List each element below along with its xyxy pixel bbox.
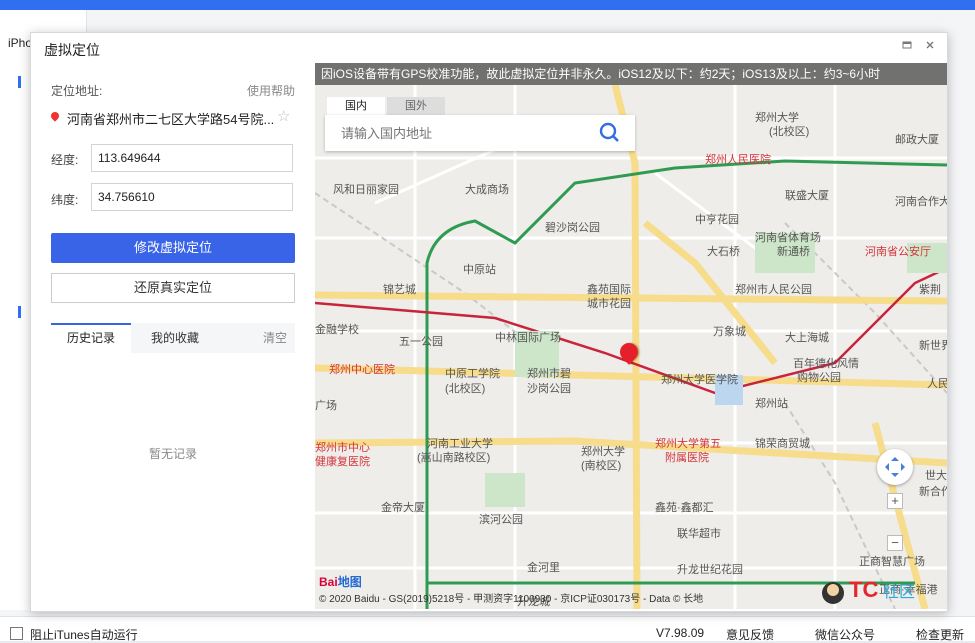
tc-watermark: TC 社区 — [821, 575, 947, 609]
baidu-logo: Bai地图 — [319, 573, 362, 590]
help-link[interactable]: 使用帮助 — [247, 82, 295, 99]
place-jinrong[interactable]: 锦荣商贸城 — [755, 435, 810, 451]
place-zzu-north[interactable]: (北校区) — [769, 123, 809, 139]
place-zhongyuan[interactable]: 中原站 — [463, 261, 496, 277]
window-min-icon[interactable] — [899, 39, 915, 55]
latitude-input[interactable] — [91, 183, 293, 211]
place-zhengshang[interactable]: 正商智慧广场 — [859, 553, 925, 569]
address-text: 河南省郑州市二七区大学路54号院... — [67, 112, 275, 127]
place-bisha-1[interactable]: 郑州市碧 — [527, 365, 571, 381]
sidebar-marker — [18, 76, 21, 88]
place-jindi[interactable]: 金帝大厦 — [381, 499, 425, 515]
place-zut-north[interactable]: (北校区) — [445, 380, 485, 396]
place-xinduhui[interactable]: 鑫苑·鑫都汇 — [655, 499, 714, 515]
modify-location-button[interactable]: 修改虚拟定位 — [51, 233, 295, 263]
map-region-tabs: 国内 国外 — [327, 97, 447, 115]
place-people-park[interactable]: 郑州市人民公园 — [735, 281, 812, 297]
gps-notice: 因iOS设备带有GPS校准功能，故此虚拟定位并非永久。iOS12及以下：约2天；… — [315, 63, 947, 85]
itunes-checkbox-label: 阻止iTunes自动运行 — [30, 628, 138, 642]
place-wanxiang[interactable]: 万象城 — [713, 323, 746, 339]
place-haut-2[interactable]: (嵩山南路校区) — [417, 449, 490, 465]
place-fifth-2[interactable]: 附属医院 — [665, 449, 709, 465]
close-icon[interactable] — [922, 39, 938, 55]
place-shenglong[interactable]: 升龙世纪花园 — [677, 561, 743, 577]
app-top-bar — [0, 0, 975, 10]
place-bishagang-north[interactable]: 碧沙岗公园 — [545, 219, 600, 235]
place-medical[interactable]: 郑州大学医学院 — [661, 371, 738, 387]
place-center-2[interactable]: 健康复医院 — [315, 453, 370, 469]
tab-favorites[interactable]: 我的收藏 — [135, 323, 215, 353]
place-xinhezuo[interactable]: 新合作 — [919, 483, 947, 499]
logo-text: Bai — [319, 575, 338, 589]
place-central-hospital[interactable]: 郑州中心医院 — [329, 361, 395, 377]
location-panel: 定位地址: 使用帮助 河南省郑州市二七区大学路54号院... ☆ 经度: 纬度:… — [31, 65, 315, 611]
place-police[interactable]: 河南省公安厅 — [865, 243, 931, 259]
wechat-link[interactable]: 微信公众号 — [815, 626, 875, 643]
place-binhe[interactable]: 滨河公园 — [479, 511, 523, 527]
zoom-in-icon[interactable]: + — [887, 493, 903, 509]
dialog-title: 虚拟定位 — [44, 42, 100, 58]
place-xintongqiao[interactable]: 新通桥 — [777, 243, 810, 259]
device-label[interactable]: iPho — [8, 36, 32, 50]
place-guangchang[interactable]: 广场 — [315, 397, 337, 413]
search-icon[interactable] — [585, 115, 635, 151]
address-label: 定位地址: — [51, 84, 103, 98]
place-lianhua[interactable]: 联华超市 — [677, 525, 721, 541]
place-liansheng[interactable]: 联盛大厦 — [785, 187, 829, 203]
place-wuyi[interactable]: 五一公园 — [399, 333, 443, 349]
svg-text:TC: TC — [849, 577, 878, 602]
place-post[interactable]: 邮政大厦 — [895, 131, 939, 147]
pan-control-icon[interactable] — [877, 449, 913, 485]
zoom-out-icon[interactable]: − — [887, 535, 903, 551]
place-city-garden[interactable]: 城市花园 — [587, 295, 631, 311]
place-dacheng[interactable]: 大成商场 — [465, 181, 509, 197]
place-zzu-south-2[interactable]: (南校区) — [581, 457, 621, 473]
place-finance[interactable]: 金融学校 — [315, 321, 359, 337]
clear-button[interactable]: 清空 — [257, 323, 293, 353]
map-search-input[interactable] — [325, 115, 585, 151]
virtual-location-dialog: 虚拟定位 定位地址: 使用帮助 河南省郑州市二七区大学路54号院... ☆ 经度… — [30, 32, 948, 612]
svg-text:社区: 社区 — [883, 582, 915, 601]
latitude-label: 纬度: — [51, 193, 79, 207]
place-dehua-2[interactable]: 购物公园 — [797, 369, 841, 385]
place-bisha-2[interactable]: 沙岗公园 — [527, 380, 571, 396]
place-jinyi[interactable]: 锦艺城 — [383, 281, 416, 297]
place-shanghai[interactable]: 大上海城 — [785, 329, 829, 345]
star-icon[interactable]: ☆ — [277, 107, 290, 125]
place-zhongheng[interactable]: 中亨花园 — [695, 211, 739, 227]
tab-domestic[interactable]: 国内 — [327, 97, 385, 115]
place-shida[interactable]: 世大厦 — [925, 467, 947, 483]
sidebar-marker — [18, 306, 21, 318]
place-zhonglin[interactable]: 中林国际广场 — [495, 329, 561, 345]
version-label: V7.98.09 — [656, 626, 705, 640]
map-view[interactable]: 因iOS设备带有GPS校准功能，故此虚拟定位并非永久。iOS12及以下：约2天；… — [315, 63, 947, 609]
history-tabs: 历史记录 我的收藏 清空 — [51, 323, 295, 353]
tab-foreign[interactable]: 国外 — [387, 97, 445, 115]
place-zijing[interactable]: 紫荆 — [919, 281, 941, 297]
itunes-checkbox[interactable] — [10, 627, 23, 640]
place-jinheli[interactable]: 金河里 — [527, 559, 560, 575]
empty-state: 暂无记录 — [148, 447, 197, 461]
place-zut[interactable]: 中原工学院 — [445, 365, 500, 381]
place-people-hospital[interactable]: 郑州人民医院 — [705, 151, 771, 167]
longitude-input[interactable] — [91, 144, 293, 172]
place-newworld[interactable]: 新世界 — [919, 337, 947, 353]
tab-history[interactable]: 历史记录 — [51, 323, 131, 353]
status-bar: 阻止iTunes自动运行 V7.98.09 意见反馈 微信公众号 检查更新 — [0, 616, 975, 643]
feedback-link[interactable]: 意见反馈 — [726, 626, 774, 643]
place-station[interactable]: 郑州站 — [755, 395, 788, 411]
restore-location-button[interactable]: 还原真实定位 — [51, 273, 295, 303]
place-hezuo[interactable]: 河南合作大 — [895, 193, 947, 209]
location-pin-icon — [49, 110, 61, 122]
place-renmin[interactable]: 人民 — [927, 375, 947, 391]
logo-suffix: 地图 — [337, 575, 362, 589]
update-link[interactable]: 检查更新 — [916, 626, 964, 643]
place-fenghe[interactable]: 风和日丽家园 — [333, 181, 399, 197]
longitude-label: 经度: — [51, 153, 79, 167]
map-search — [325, 115, 635, 151]
place-dashiqiao[interactable]: 大石桥 — [707, 243, 740, 259]
